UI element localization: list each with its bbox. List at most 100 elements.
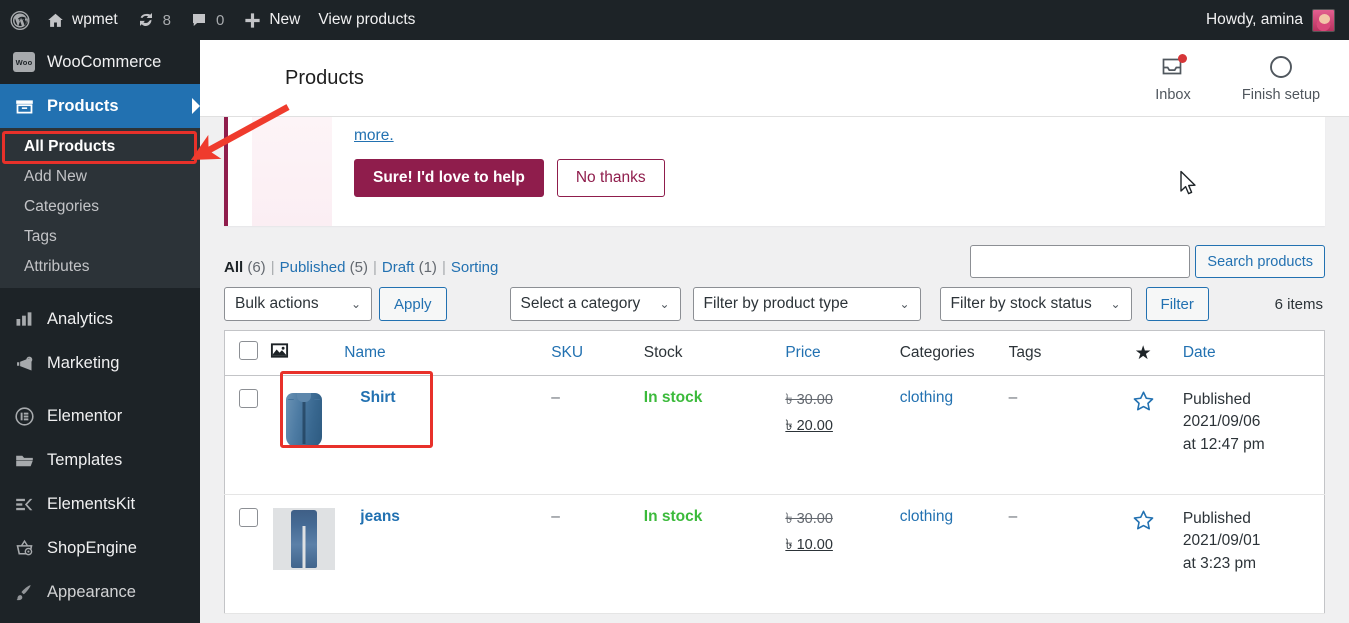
sidebar-item-tags[interactable]: Tags xyxy=(0,222,200,252)
category-select[interactable]: Select a category ⌄ xyxy=(510,287,681,321)
row-categories-cell: clothing xyxy=(900,376,1009,495)
star-outline-icon[interactable] xyxy=(1131,401,1156,418)
row-sku-cell-2: – xyxy=(551,495,644,614)
table-row: jeans – In stock ৳ 30.00 ৳ 10.00 clothin… xyxy=(225,495,1325,614)
regular-price: ৳ 30.00 xyxy=(785,389,899,413)
sidebar-item-analytics[interactable]: Analytics xyxy=(0,297,200,341)
product-type-select[interactable]: Filter by product type ⌄ xyxy=(693,287,921,321)
header-featured: ★ xyxy=(1107,331,1183,376)
notice-illustration xyxy=(252,117,332,226)
table-header-row: Name SKU Stock Price Categories Tags ★ D… xyxy=(225,331,1325,376)
products-box-icon xyxy=(13,95,35,117)
header-tags: Tags xyxy=(1009,331,1107,376)
sidebar-label-shopengine: ShopEngine xyxy=(47,539,137,558)
category-link[interactable]: clothing xyxy=(900,508,953,525)
site-name-menu[interactable]: wpmet xyxy=(36,0,127,40)
admin-sidebar: Woo WooCommerce Products All Products Ad… xyxy=(0,40,200,623)
header-price-link[interactable]: Price xyxy=(785,344,820,361)
sidebar-item-elementor[interactable]: Elementor xyxy=(0,394,200,438)
header-stock-label: Stock xyxy=(644,344,683,361)
avatar[interactable] xyxy=(1312,9,1335,32)
row-thumbnail-cell xyxy=(270,376,344,495)
header-sku-link[interactable]: SKU xyxy=(551,344,583,361)
search-input[interactable] xyxy=(970,245,1190,278)
sidebar-item-all-products[interactable]: All Products xyxy=(0,132,200,162)
chevron-down-icon: ⌄ xyxy=(351,297,361,311)
status-link-sorting[interactable]: Sorting xyxy=(451,259,499,276)
jeans-thumbnail[interactable] xyxy=(273,508,335,570)
row-thumbnail-cell-2 xyxy=(270,495,344,614)
sidebar-item-woocommerce[interactable]: Woo WooCommerce xyxy=(0,40,200,84)
stock-status-badge: In stock xyxy=(644,389,703,406)
sidebar-item-add-new[interactable]: Add New xyxy=(0,162,200,192)
stock-status-badge: In stock xyxy=(644,508,703,525)
row-checkbox[interactable] xyxy=(239,389,258,408)
home-icon xyxy=(45,10,65,30)
filter-button[interactable]: Filter xyxy=(1146,287,1209,321)
view-products-label: View products xyxy=(318,11,415,29)
menu-separator xyxy=(0,288,200,297)
sidebar-item-products[interactable]: Products xyxy=(0,84,200,128)
updates-menu[interactable]: 8 xyxy=(127,0,180,40)
sidebar-label-elementor: Elementor xyxy=(47,407,122,426)
header-select-all xyxy=(225,331,271,376)
date-value: 2021/09/01 xyxy=(1183,530,1324,552)
search-products-button[interactable]: Search products xyxy=(1195,245,1325,278)
header-name-link[interactable]: Name xyxy=(344,344,385,361)
stock-status-select[interactable]: Filter by stock status ⌄ xyxy=(940,287,1132,321)
items-count: 6 items xyxy=(1275,296,1325,313)
view-products-link[interactable]: View products xyxy=(309,0,424,40)
select-all-checkbox[interactable] xyxy=(239,341,258,360)
sidebar-item-categories[interactable]: Categories xyxy=(0,192,200,222)
no-thanks-button[interactable]: No thanks xyxy=(557,159,665,197)
row-checkbox[interactable] xyxy=(239,508,258,527)
sidebar-item-templates[interactable]: Templates xyxy=(0,438,200,482)
feedback-notice: more. Sure! I'd love to help No thanks xyxy=(224,117,1325,226)
comments-menu[interactable]: 0 xyxy=(180,0,233,40)
category-value: Select a category xyxy=(521,295,641,313)
main-content: Products Inbox Finish setup more. xyxy=(200,40,1349,623)
row-sku-cell: – xyxy=(551,376,644,495)
product-name-link[interactable]: Shirt xyxy=(360,389,395,406)
status-link-all[interactable]: All xyxy=(224,259,243,276)
header-sku[interactable]: SKU xyxy=(551,331,644,376)
new-content-menu[interactable]: New xyxy=(233,0,309,40)
shirt-thumbnail[interactable] xyxy=(273,389,335,451)
howdy-label[interactable]: Howdy, amina xyxy=(1206,11,1303,29)
elementor-icon xyxy=(13,405,35,427)
products-submenu: All Products Add New Categories Tags Att… xyxy=(0,128,200,288)
inbox-label: Inbox xyxy=(1155,87,1190,103)
sale-price: ৳ 20.00 xyxy=(785,415,899,439)
category-link[interactable]: clothing xyxy=(900,389,953,406)
status-link-draft[interactable]: Draft xyxy=(382,259,415,276)
header-date-link[interactable]: Date xyxy=(1183,344,1216,361)
row-checkbox-cell xyxy=(225,376,271,495)
finish-setup-button[interactable]: Finish setup xyxy=(1227,53,1335,103)
status-link-published[interactable]: Published xyxy=(280,259,346,276)
row-checkbox-cell-2 xyxy=(225,495,271,614)
apply-button[interactable]: Apply xyxy=(379,287,447,321)
site-name-label: wpmet xyxy=(72,11,118,29)
sidebar-item-shopengine[interactable]: ShopEngine xyxy=(0,526,200,570)
inbox-notification-badge xyxy=(1178,54,1187,63)
header-date[interactable]: Date xyxy=(1183,331,1325,376)
love-to-help-button[interactable]: Sure! I'd love to help xyxy=(354,159,544,197)
header-price[interactable]: Price xyxy=(785,331,899,376)
sidebar-label-products: Products xyxy=(47,97,119,116)
sidebar-item-appearance[interactable]: Appearance xyxy=(0,570,200,614)
notice-more-link[interactable]: more. xyxy=(354,127,394,145)
header-name[interactable]: Name xyxy=(344,331,551,376)
bulk-actions-select[interactable]: Bulk actions ⌄ xyxy=(224,287,372,321)
row-categories-cell-2: clothing xyxy=(900,495,1009,614)
wordpress-logo-button[interactable] xyxy=(0,0,36,40)
inbox-button[interactable]: Inbox xyxy=(1119,53,1227,103)
sidebar-item-elementskit[interactable]: ElementsKit xyxy=(0,482,200,526)
row-date-cell: Published 2021/09/06 at 12:47 pm xyxy=(1183,376,1325,495)
woocommerce-page-header: Products Inbox Finish setup xyxy=(200,40,1349,117)
sidebar-item-marketing[interactable]: Marketing xyxy=(0,341,200,385)
sale-price: ৳ 10.00 xyxy=(785,534,899,558)
star-outline-icon[interactable] xyxy=(1131,520,1156,537)
table-filter-toolbar: Bulk actions ⌄ Apply Select a category ⌄… xyxy=(224,287,1325,321)
product-name-link[interactable]: jeans xyxy=(360,508,400,525)
sidebar-item-attributes[interactable]: Attributes xyxy=(0,252,200,282)
